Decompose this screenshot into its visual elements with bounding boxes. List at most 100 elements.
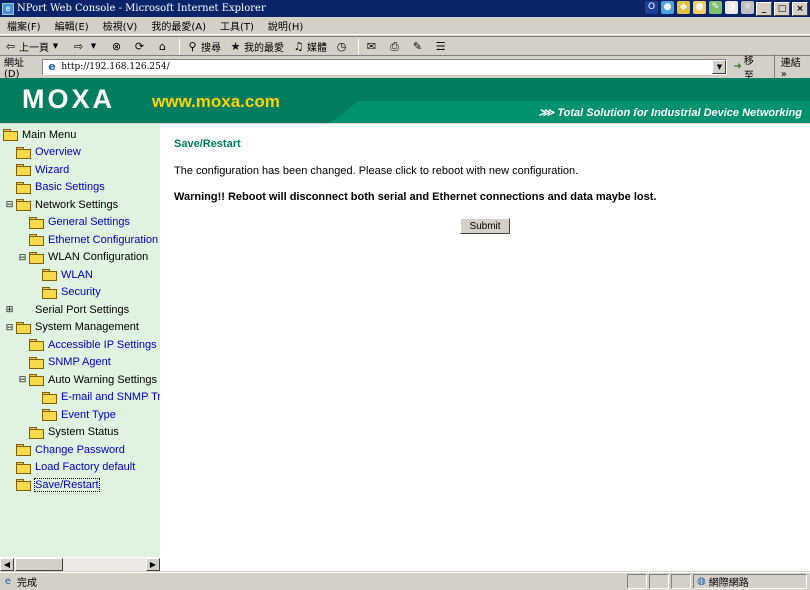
menu-view[interactable]: 檢視(V) — [96, 18, 145, 33]
sidebar-item-label[interactable]: Overview — [35, 146, 81, 158]
sidebar-item-label: Auto Warning Settings — [48, 373, 158, 386]
sidebar-item-general-settings[interactable]: General Settings — [28, 214, 130, 231]
ie-icon: e — [2, 2, 14, 15]
sidebar-item-wlan-configuration[interactable]: ⊟ WLAN Configuration — [18, 249, 148, 266]
page-icon: e — [48, 60, 56, 73]
menu-help[interactable]: 說明(H) — [261, 18, 310, 33]
folder-icon — [15, 461, 31, 474]
sidebar-item-e-mail-and-snmp-trap[interactable]: E-mail and SNMP Trap — [41, 389, 160, 406]
sidebar-item-label[interactable]: Change Password — [35, 444, 125, 456]
maximize-button[interactable]: □ — [774, 2, 790, 16]
tray-icon[interactable]: ☼ — [741, 1, 754, 14]
menu-tools[interactable]: 工具(T) — [213, 18, 261, 33]
sidebar-item-network-settings[interactable]: ⊟ Network Settings — [5, 196, 118, 213]
sidebar-item-label[interactable]: Wizard — [35, 164, 69, 176]
back-button[interactable]: ⇦ 上一頁 ▼ — [4, 39, 64, 54]
sidebar-item-label[interactable]: General Settings — [48, 216, 130, 228]
sidebar-item-label: Network Settings — [35, 198, 119, 211]
search-label: 搜尋 — [201, 42, 221, 54]
scroll-right-icon[interactable]: ▶ — [146, 558, 160, 571]
sidebar-item-accessible-ip-settings[interactable]: Accessible IP Settings — [28, 336, 157, 353]
sidebar-item-label[interactable]: Accessible IP Settings — [48, 339, 157, 351]
tray-icon[interactable]: ● — [661, 1, 674, 14]
collapse-icon[interactable]: ⊟ — [5, 199, 14, 210]
sidebar-item-main-menu[interactable]: Main Menu — [2, 126, 76, 143]
sidebar-item-change-password[interactable]: Change Password — [15, 441, 125, 458]
print-icon: ⎙ — [390, 39, 399, 53]
menu-file[interactable]: 檔案(F) — [0, 18, 48, 33]
collapse-icon[interactable]: ⊟ — [18, 252, 27, 263]
links-button[interactable]: 連結 » — [773, 53, 810, 80]
tray-icon[interactable]: ◆ — [677, 1, 690, 14]
stop-button[interactable]: ⊗ — [110, 40, 125, 53]
folder-open-icon — [15, 199, 31, 211]
sidebar-item-label[interactable]: Event Type — [61, 409, 116, 421]
media-icon: ♫ — [293, 39, 304, 53]
toolbar-separator — [358, 38, 359, 54]
collapse-icon[interactable]: ⊟ — [18, 374, 27, 385]
address-url[interactable]: http://192.168.126.254/ — [61, 62, 169, 72]
menu-edit[interactable]: 編輯(E) — [48, 18, 96, 33]
print-button[interactable]: ⎙ — [388, 40, 403, 53]
sidebar-item-event-type[interactable]: Event Type — [41, 406, 116, 423]
banner-tagline: ⋙ Total Solution for Industrial Device N… — [538, 107, 802, 119]
address-dropdown-icon[interactable]: ▼ — [712, 59, 727, 74]
search-button[interactable]: ⚲ 搜尋 — [186, 39, 221, 54]
address-input[interactable]: e http://192.168.126.254/ ▼ — [42, 58, 728, 75]
minimize-button[interactable]: _ — [756, 2, 772, 16]
sidebar-item-security[interactable]: Security — [41, 284, 101, 301]
sidebar-item-label[interactable]: Basic Settings — [35, 181, 105, 193]
sidebar-item-basic-settings[interactable]: Basic Settings — [15, 179, 105, 196]
discuss-button[interactable]: ☰ — [434, 40, 449, 53]
tray-icon[interactable]: ● — [693, 1, 706, 14]
forward-button[interactable]: ⇨ ▼ — [72, 40, 102, 53]
edit-button[interactable]: ✎ — [411, 40, 426, 53]
go-label: 移至 — [743, 55, 754, 82]
folder-icon — [15, 164, 31, 176]
sidebar-item-label[interactable]: Load Factory default — [35, 461, 135, 473]
sidebar-item-label[interactable]: SNMP Agent — [48, 356, 111, 368]
submit-button[interactable]: Submit — [460, 218, 510, 234]
favorites-label: 我的最愛 — [244, 42, 284, 54]
sidebar-item-wlan[interactable]: WLAN — [41, 266, 93, 283]
sidebar-item-system-management[interactable]: ⊟ System Management — [5, 319, 139, 336]
refresh-button[interactable]: ⟳ — [133, 40, 148, 53]
sidebar-item-auto-warning-settings[interactable]: ⊟ Auto Warning Settings — [18, 371, 157, 388]
sidebar-item-wizard[interactable]: Wizard — [15, 161, 69, 178]
tray-icon[interactable]: O — [645, 1, 658, 14]
back-label: 上一頁 — [19, 42, 49, 54]
sidebar-item-label: System Status — [48, 426, 119, 438]
menu-favorites[interactable]: 我的最愛(A) — [144, 18, 213, 33]
folder-icon — [41, 286, 57, 299]
scroll-left-icon[interactable]: ◀ — [0, 558, 14, 571]
favorites-button[interactable]: ★ 我的最愛 — [229, 39, 284, 54]
sidebar-item-system-status[interactable]: System Status — [28, 424, 119, 441]
sidebar-item-label[interactable]: WLAN — [61, 269, 93, 281]
sidebar-item-load-factory-default[interactable]: Load Factory default — [15, 459, 135, 476]
folder-icon — [41, 391, 57, 404]
go-button[interactable]: ➜ 移至 — [733, 52, 763, 82]
sidebar-item-label[interactable]: Security — [61, 286, 101, 298]
sidebar-horizontal-scrollbar[interactable]: ◀ ▶ — [0, 557, 160, 571]
tray-icon[interactable]: ◑ — [725, 1, 738, 14]
sidebar-item-ethernet-configuration[interactable]: Ethernet Configuration — [28, 231, 158, 248]
sidebar-item-label: WLAN Configuration — [48, 251, 149, 263]
scrollbar-thumb[interactable] — [15, 558, 63, 571]
close-button[interactable]: × — [792, 2, 808, 16]
collapse-icon[interactable]: ⊟ — [5, 322, 14, 333]
sidebar-item-label[interactable]: Save/Restart — [34, 477, 100, 492]
sidebar-item-overview[interactable]: Overview — [15, 144, 81, 161]
sidebar-item-save-restart[interactable]: Save/Restart — [15, 476, 100, 493]
sidebar-item-snmp-agent[interactable]: SNMP Agent — [28, 354, 111, 371]
folder-icon — [15, 444, 31, 456]
tray-icon[interactable]: ✎ — [709, 1, 722, 14]
media-button[interactable]: ♫ 媒體 — [292, 39, 327, 54]
folder-icon — [15, 181, 31, 194]
sidebar-item-serial-port-settings[interactable]: ⊞ Serial Port Settings — [5, 301, 129, 318]
sidebar-item-label[interactable]: E-mail and SNMP Trap — [61, 391, 160, 403]
home-button[interactable]: ⌂ — [156, 40, 171, 53]
mail-button[interactable]: ✉ — [365, 40, 380, 53]
history-button[interactable]: ◷ — [335, 40, 350, 53]
expand-icon[interactable]: ⊞ — [5, 304, 14, 315]
sidebar-item-label[interactable]: Ethernet Configuration — [48, 234, 158, 246]
